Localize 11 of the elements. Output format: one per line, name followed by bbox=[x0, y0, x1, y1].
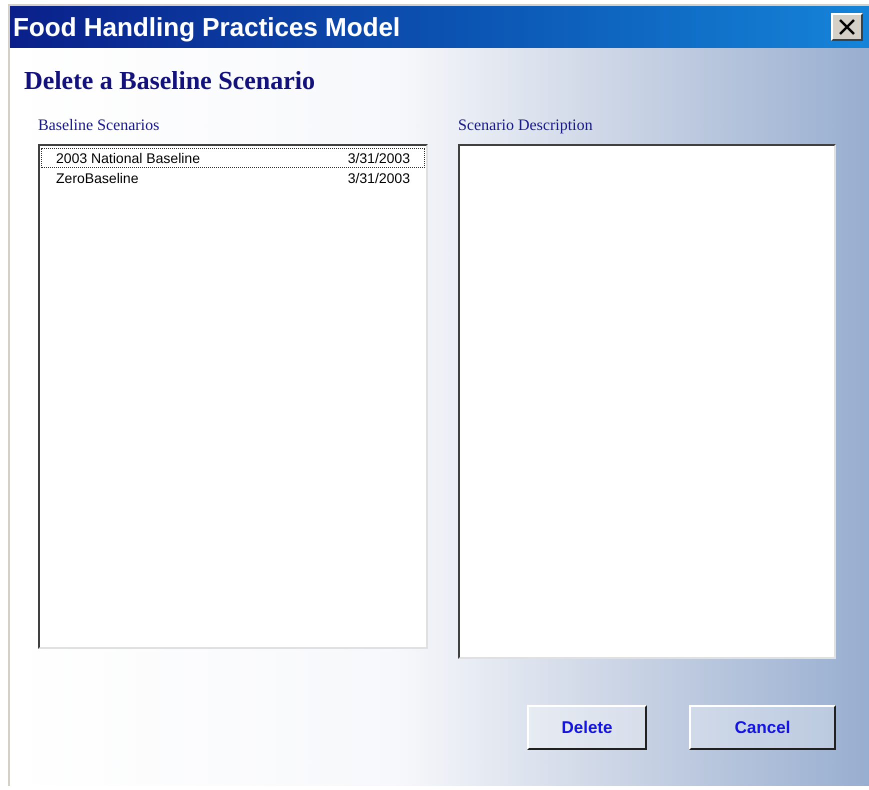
scenario-list[interactable]: 2003 National Baseline 3/31/2003 ZeroBaseline 3/31/2003 bbox=[38, 144, 428, 649]
description-label: Scenario Description bbox=[458, 118, 593, 134]
list-label: Baseline Scenarios bbox=[38, 118, 160, 134]
close-icon bbox=[838, 18, 856, 36]
dialog-button[interactable]: Cancel bbox=[689, 705, 836, 750]
list-item[interactable]: 2003 National Baseline 3/31/2003 bbox=[41, 148, 425, 168]
close-button[interactable] bbox=[831, 13, 863, 41]
window-title: Food Handling Practices Model bbox=[13, 14, 400, 40]
list-item[interactable]: ZeroBaseline 3/31/2003 bbox=[41, 168, 425, 188]
dialog-button[interactable]: Delete bbox=[527, 705, 647, 750]
dialog-heading: Delete a Baseline Scenario bbox=[24, 68, 315, 94]
